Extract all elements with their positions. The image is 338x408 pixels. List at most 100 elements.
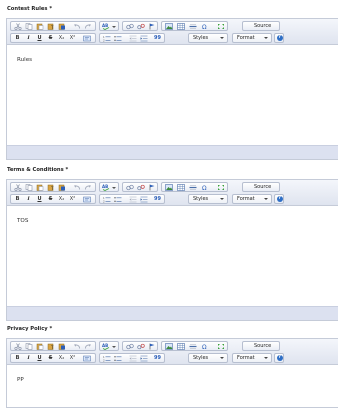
unlink-icon[interactable] [137,184,145,191]
paste-word-icon[interactable] [58,23,66,30]
image-icon[interactable] [165,343,173,350]
paste-text-icon[interactable]: T [47,184,55,191]
image-icon[interactable] [165,23,173,30]
format-dropdown[interactable]: Format [232,353,272,363]
special-char-icon[interactable]: Ω [201,184,209,191]
anchor-icon[interactable] [148,343,156,350]
link-icon[interactable] [126,343,134,350]
source-button[interactable]: Source [242,182,280,200]
italic-button[interactable]: I [24,195,33,203]
outdent-icon[interactable] [129,355,137,362]
unlink-icon[interactable] [137,23,145,30]
horizontal-rule-icon[interactable] [189,343,197,350]
horizontal-rule-icon[interactable] [189,23,197,30]
editor-content[interactable]: PP [7,365,338,407]
special-char-icon[interactable]: Ω [201,343,209,350]
underline-button[interactable]: U [35,195,44,203]
chevron-down-icon[interactable] [112,186,116,189]
paste-text-icon[interactable]: T [47,343,55,350]
anchor-icon[interactable] [148,23,156,30]
undo-icon[interactable] [73,23,81,30]
about-button[interactable]: ? [274,33,284,43]
table-icon[interactable] [177,23,185,30]
editor-resize-bar[interactable] [7,145,338,159]
styles-dropdown[interactable]: Styles [188,353,228,363]
anchor-icon[interactable] [148,184,156,191]
source-button[interactable]: Source [242,341,280,359]
subscript-button[interactable]: X₂ [57,195,66,203]
blockquote-button[interactable]: 99 [153,354,162,362]
table-icon[interactable] [177,343,185,350]
spellcheck-icon[interactable]: AB [102,343,110,350]
bold-button[interactable]: B [13,195,22,203]
editor-content[interactable]: Rules [7,45,338,145]
link-icon[interactable] [126,184,134,191]
paste-icon[interactable] [36,184,44,191]
cut-icon[interactable] [14,184,22,191]
paste-text-icon[interactable]: T [47,23,55,30]
outdent-icon[interactable] [129,196,137,203]
underline-button[interactable]: U [35,34,44,42]
copy-icon[interactable] [25,184,33,191]
undo-icon[interactable] [73,184,81,191]
spellcheck-icon[interactable]: AB [102,23,110,30]
paste-icon[interactable] [36,23,44,30]
indent-icon[interactable] [140,355,148,362]
superscript-button[interactable]: X² [68,34,77,42]
undo-icon[interactable] [73,343,81,350]
about-button[interactable]: ? [274,194,284,204]
strikethrough-button[interactable]: S [46,354,55,362]
subscript-button[interactable]: X₂ [57,34,66,42]
copy-icon[interactable] [25,343,33,350]
chevron-down-icon[interactable] [112,25,116,28]
indent-icon[interactable] [140,35,148,42]
bulleted-list-icon[interactable] [114,35,122,42]
horizontal-rule-icon[interactable] [189,184,197,191]
bold-button[interactable]: B [13,354,22,362]
paste-word-icon[interactable] [58,184,66,191]
numbered-list-icon[interactable]: 12 [103,35,111,42]
blockquote-button[interactable]: 99 [153,34,162,42]
redo-icon[interactable] [84,343,92,350]
italic-button[interactable]: I [24,354,33,362]
maximize-icon[interactable] [217,343,225,350]
bulleted-list-icon[interactable] [114,355,122,362]
remove-format-icon[interactable] [83,35,91,42]
remove-format-icon[interactable] [83,196,91,203]
cut-icon[interactable] [14,23,22,30]
copy-icon[interactable] [25,23,33,30]
outdent-icon[interactable] [129,35,137,42]
strikethrough-button[interactable]: S [46,34,55,42]
format-dropdown[interactable]: Format [232,194,272,204]
superscript-button[interactable]: X² [68,354,77,362]
maximize-icon[interactable] [217,184,225,191]
redo-icon[interactable] [84,23,92,30]
superscript-button[interactable]: X² [68,195,77,203]
editor-resize-bar[interactable] [7,306,338,320]
strikethrough-button[interactable]: S [46,195,55,203]
chevron-down-icon[interactable] [112,345,116,348]
maximize-icon[interactable] [217,23,225,30]
styles-dropdown[interactable]: Styles [188,194,228,204]
indent-icon[interactable] [140,196,148,203]
cut-icon[interactable] [14,343,22,350]
editor-content[interactable]: TOS [7,206,338,306]
unlink-icon[interactable] [137,343,145,350]
table-icon[interactable] [177,184,185,191]
image-icon[interactable] [165,184,173,191]
underline-button[interactable]: U [35,354,44,362]
bulleted-list-icon[interactable] [114,196,122,203]
redo-icon[interactable] [84,184,92,191]
bold-button[interactable]: B [13,34,22,42]
source-button[interactable]: Source [242,21,280,39]
special-char-icon[interactable]: Ω [201,23,209,30]
subscript-button[interactable]: X₂ [57,354,66,362]
paste-word-icon[interactable] [58,343,66,350]
spellcheck-icon[interactable]: AB [102,184,110,191]
numbered-list-icon[interactable]: 12 [103,196,111,203]
styles-dropdown[interactable]: Styles [188,33,228,43]
format-dropdown[interactable]: Format [232,33,272,43]
remove-format-icon[interactable] [83,355,91,362]
italic-button[interactable]: I [24,34,33,42]
about-button[interactable]: ? [274,353,284,363]
